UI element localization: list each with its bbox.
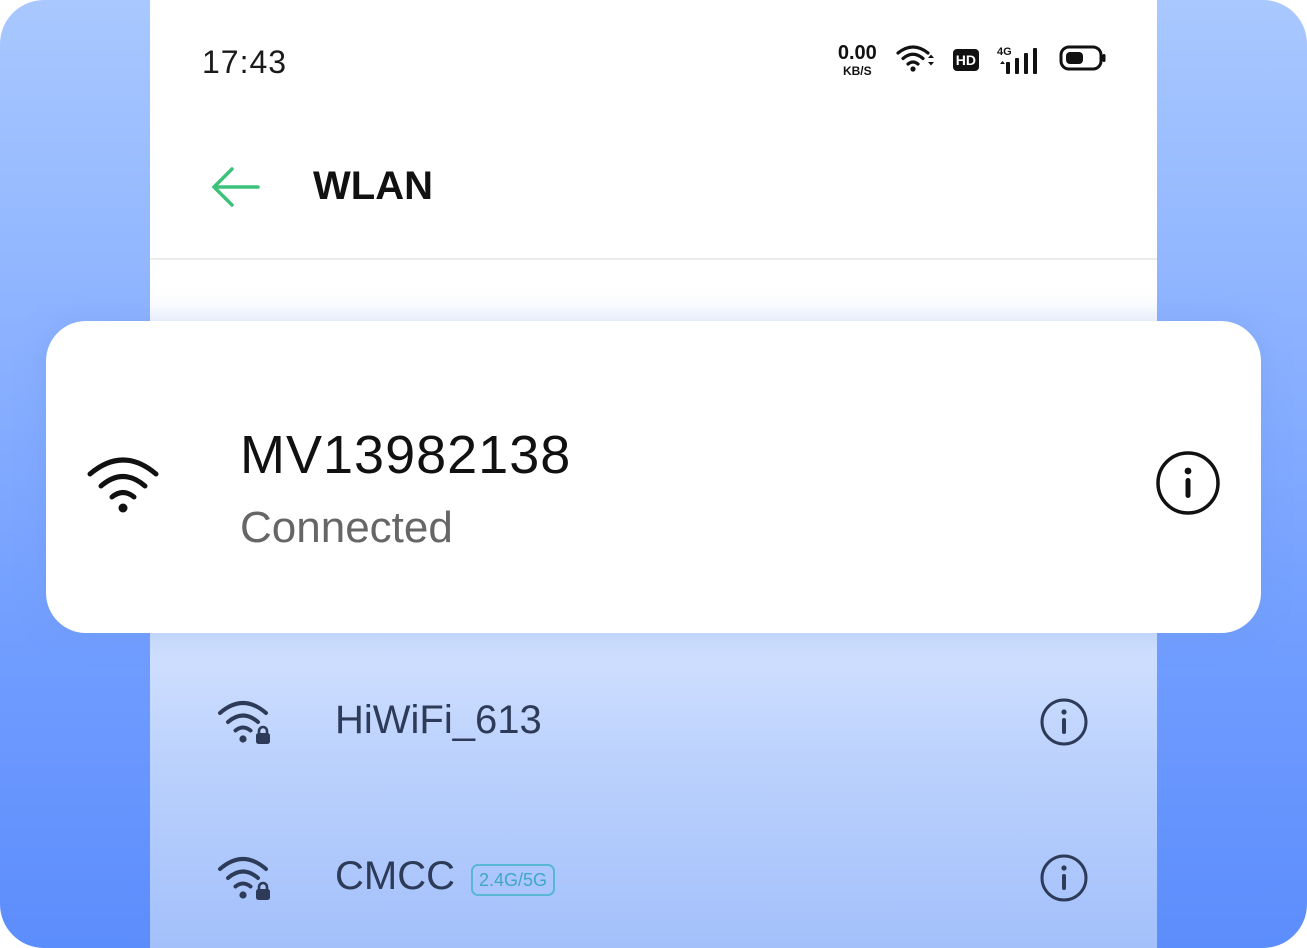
network-row-hiwifi[interactable]: HiWiFi_613	[150, 668, 1157, 778]
wifi-icon	[86, 452, 160, 516]
info-icon[interactable]	[1155, 450, 1221, 516]
status-icons: 0.00 KB/S HD 4G	[838, 40, 1107, 80]
wifi-locked-icon	[216, 696, 274, 746]
battery-icon	[1059, 44, 1107, 77]
app-header: WLAN	[150, 120, 1157, 260]
status-time: 17:43	[202, 44, 288, 80]
svg-text:4G: 4G	[997, 46, 1012, 58]
wifi-icon	[895, 43, 935, 78]
connected-ssid: MV13982138	[240, 425, 572, 485]
hd-icon: HD	[952, 49, 979, 71]
page-title: WLAN	[313, 164, 433, 208]
wifi-locked-icon	[216, 852, 274, 902]
band-badge: 2.4G/5G	[471, 864, 556, 896]
status-bar: 17:43 0.00 KB/S HD 4G	[150, 0, 1157, 120]
network-speed-unit: KB/S	[842, 64, 872, 78]
connected-network-card[interactable]: MV13982138 Connected	[46, 321, 1261, 633]
connection-status: Connected	[240, 503, 453, 552]
network-row-cmcc[interactable]: CMCC 2.4G/5G	[150, 824, 1157, 934]
network-ssid: HiWiFi_613	[335, 698, 542, 742]
network-ssid: CMCC	[335, 854, 455, 898]
info-icon[interactable]	[1039, 853, 1089, 903]
background-frame: 17:43 0.00 KB/S HD 4G WLAN HiWiFi_613 CM…	[0, 0, 1307, 948]
network-speed: 0.00 KB/S	[838, 43, 877, 77]
back-arrow-icon[interactable]	[208, 162, 264, 212]
network-speed-value: 0.00	[837, 42, 877, 64]
info-icon[interactable]	[1039, 697, 1089, 747]
signal-4g-icon: 4G	[997, 44, 1041, 76]
